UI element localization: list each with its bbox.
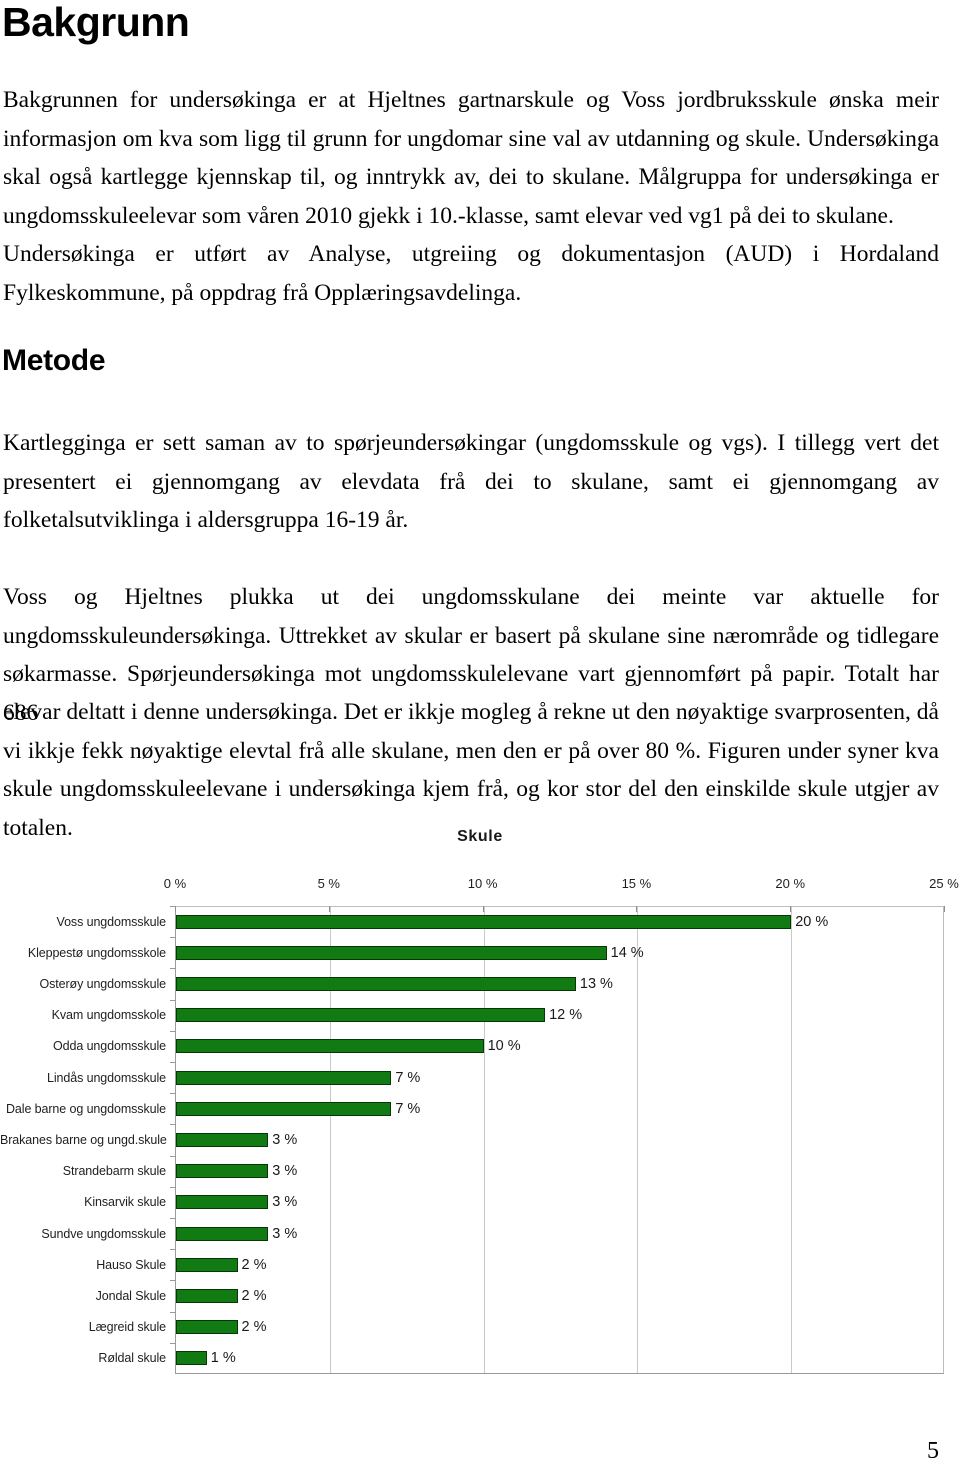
chart-row: Strandebarm skule 3 % xyxy=(0,1155,960,1187)
y-axis-category-label: Kinsarvik skule xyxy=(84,1195,166,1210)
y-axis-tick-mark xyxy=(170,1311,175,1313)
y-axis-tick-mark xyxy=(170,968,175,970)
y-axis-tick-mark xyxy=(170,1093,175,1095)
x-axis-tick-label: 0 % xyxy=(163,876,187,891)
x-axis-tick-mark xyxy=(175,906,176,912)
chart-bar xyxy=(176,914,792,929)
chart-bar-value-label: 7 % xyxy=(395,1100,421,1117)
chart-bar-value-label: 2 % xyxy=(241,1256,267,1273)
y-axis-tick-mark xyxy=(170,1280,175,1282)
chart-bar xyxy=(176,1226,269,1241)
chart-row: Hauso Skule 2 % xyxy=(0,1249,960,1280)
chart-row: Lindås ungdomsskule 7 % xyxy=(0,1062,960,1093)
y-axis-tick-mark xyxy=(170,1342,175,1344)
chart-row: Voss ungdomsskule 20 % xyxy=(0,906,960,937)
y-axis-category-label: Osterøy ungdomsskule xyxy=(39,976,166,991)
chart-bar-value-label: 1 % xyxy=(210,1350,236,1367)
chart-row: Kleppestø ungdomsskole 14 % xyxy=(0,937,960,968)
chart-bar xyxy=(176,1101,392,1116)
page-number: 5 xyxy=(927,1438,939,1464)
x-axis-tick-mark xyxy=(944,906,945,912)
y-axis-category-label: Sundve ungdomsskule xyxy=(41,1226,166,1241)
chart-bar xyxy=(176,976,576,991)
y-axis-tick-mark xyxy=(170,1030,175,1032)
y-axis-tick-mark xyxy=(170,999,175,1001)
y-axis-category-label: Lægreid skule xyxy=(88,1320,166,1335)
chart-bar-value-label: 3 % xyxy=(272,1225,298,1242)
chart-bar-value-label: 10 % xyxy=(487,1038,521,1055)
y-axis-category-label: Dale barne og ungdomsskule xyxy=(5,1101,166,1116)
x-axis-tick-mark xyxy=(790,906,792,912)
document-page: Bakgrunn Bakgrunnen for undersøkinga er … xyxy=(0,0,960,1481)
chart-bar xyxy=(176,1132,269,1147)
y-axis-tick-mark xyxy=(170,937,175,939)
chart-title: Skule xyxy=(457,828,503,845)
chart-bar xyxy=(176,1351,207,1366)
chart-bar xyxy=(176,1008,546,1023)
y-axis-category-label: Røldal skule xyxy=(98,1351,166,1366)
chart-bar xyxy=(176,1288,238,1303)
chart-bar-value-label: 20 % xyxy=(795,913,829,930)
chart-row: Lægreid skule 2 % xyxy=(0,1311,960,1343)
chart-bar-value-label: 13 % xyxy=(579,975,613,992)
y-axis-tick-mark xyxy=(170,1124,175,1126)
x-axis-tick-label: 5 % xyxy=(317,876,340,891)
paragraph-method-1: Kartlegginga er sett saman av to spørjeu… xyxy=(3,430,939,533)
chart-bar-value-label: 7 % xyxy=(395,1069,421,1086)
chart-row: Sundve ungdomsskule 3 % xyxy=(0,1218,960,1249)
x-axis-tick-label: 15 % xyxy=(621,876,652,891)
paragraph-authors: Undersøkinga er utført av Analyse, utgre… xyxy=(3,241,939,306)
chart-bar-value-label: 3 % xyxy=(272,1163,298,1180)
chart-row: Osterøy ungdomsskule 13 % xyxy=(0,968,960,999)
y-axis-category-label: Hauso Skule xyxy=(96,1257,166,1272)
bar-chart-skule: Skule 0 % 5 % 10 % 15 % 20 % 25 % Voss ungdom… xyxy=(0,820,960,1390)
chart-bar xyxy=(176,1164,269,1179)
chart-row: Brakanes barne og ungd.skule 3 % xyxy=(0,1124,960,1155)
chart-bar-value-label: 3 % xyxy=(272,1131,298,1148)
y-axis-tick-mark xyxy=(170,1186,175,1188)
chart-rows: Voss ungdomsskule 20 % Kleppestø ungdomssk… xyxy=(0,906,960,1374)
y-axis-category-label: Jondal Skule xyxy=(95,1288,166,1303)
chart-bar-value-label: 14 % xyxy=(610,944,644,961)
chart-row: Kinsarvik skule 3 % xyxy=(0,1186,960,1218)
chart-bar xyxy=(176,1070,392,1085)
x-axis-tick-label: 20 % xyxy=(775,876,806,891)
chart-bar xyxy=(176,1257,238,1272)
y-axis-tick-mark xyxy=(170,1155,175,1157)
page-title: Bakgrunn xyxy=(2,0,190,45)
x-axis-tick-labels: 0 % 5 % 10 % 15 % 20 % 25 % xyxy=(0,876,960,896)
chart-bar xyxy=(176,1195,269,1210)
x-axis-tick-label: 10 % xyxy=(467,876,498,891)
chart-bar-value-label: 2 % xyxy=(241,1319,267,1336)
y-axis-tick-mark xyxy=(170,1249,175,1251)
y-axis-category-label: Kvam ungdomsskole xyxy=(51,1008,166,1023)
y-axis-tick-mark xyxy=(170,1062,175,1063)
chart-row: Dale barne og ungdomsskule 7 % xyxy=(0,1093,960,1124)
chart-bar-value-label: 2 % xyxy=(241,1287,267,1304)
paragraph-background: Bakgrunnen for undersøkinga er at Hjeltn… xyxy=(3,87,939,229)
section-heading-metode: Metode xyxy=(2,344,106,377)
y-axis-category-label: Strandebarm skule xyxy=(62,1164,166,1179)
x-axis-tick-mark xyxy=(636,906,638,912)
y-axis-category-label: Lindås ungdomsskule xyxy=(46,1070,166,1085)
chart-bar-value-label: 3 % xyxy=(272,1194,298,1211)
chart-row: Jondal Skule 2 % xyxy=(0,1280,960,1311)
chart-row: Odda ungdomsskule 10 % xyxy=(0,1030,960,1062)
chart-bar-value-label: 12 % xyxy=(549,1007,583,1024)
x-axis-tick-mark xyxy=(482,906,484,912)
y-axis-tick-mark xyxy=(170,1218,175,1219)
x-axis-tick-mark xyxy=(328,906,330,912)
y-axis-category-label: Odda ungdomsskule xyxy=(53,1039,166,1054)
y-axis-category-label: Brakanes barne og ungd.skule xyxy=(0,1132,167,1147)
x-axis-tick-label: 25 % xyxy=(929,876,959,891)
y-axis-category-label: Kleppestø ungdomsskole xyxy=(27,945,166,960)
y-axis-category-label: Voss ungdomsskule xyxy=(56,914,167,929)
chart-row: Røldal skule 1 % xyxy=(0,1342,960,1374)
chart-bar xyxy=(176,1320,238,1335)
chart-bar xyxy=(176,1039,484,1054)
chart-bar xyxy=(176,945,607,960)
chart-row: Kvam ungdomsskole 12 % xyxy=(0,999,960,1031)
